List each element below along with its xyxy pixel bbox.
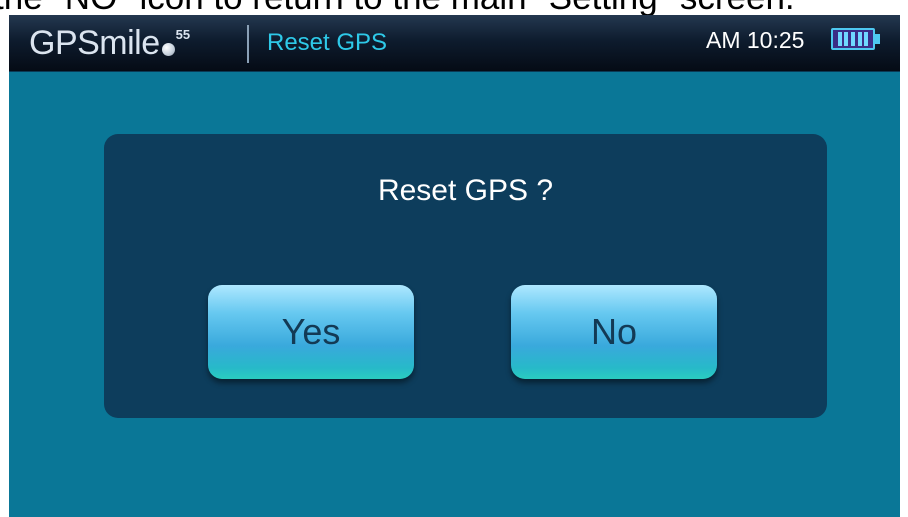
battery-tip [875, 34, 880, 44]
battery-body [831, 28, 875, 50]
device-screen: GPSmile 55 Reset GPS AM 10:25 Reset GPS … [9, 15, 900, 517]
brand-superscript: 55 [175, 27, 191, 42]
clock: AM 10:25 [706, 27, 805, 53]
title-divider [247, 25, 249, 63]
no-button-label: No [590, 311, 638, 352]
dialog-message: Reset GPS ? [377, 174, 554, 207]
reset-gps-dialog: Reset GPS ? Yes No [104, 134, 827, 418]
yes-button[interactable]: Yes [208, 285, 414, 379]
battery-full-icon [831, 28, 881, 52]
no-button[interactable]: No [511, 285, 717, 379]
screen-title: Reset GPS [267, 29, 388, 56]
battery-cell [864, 32, 869, 46]
battery-cell [850, 32, 855, 46]
battery-cell [837, 32, 842, 46]
battery-cell [844, 32, 849, 46]
brand-logo: GPSmile 55 [29, 23, 190, 63]
brand-name: GPSmile [29, 24, 160, 62]
title-bar: GPSmile 55 Reset GPS AM 10:25 [9, 15, 900, 72]
brand-ball-icon [161, 43, 175, 56]
battery-cell [857, 32, 862, 46]
yes-button-label: Yes [281, 311, 341, 352]
